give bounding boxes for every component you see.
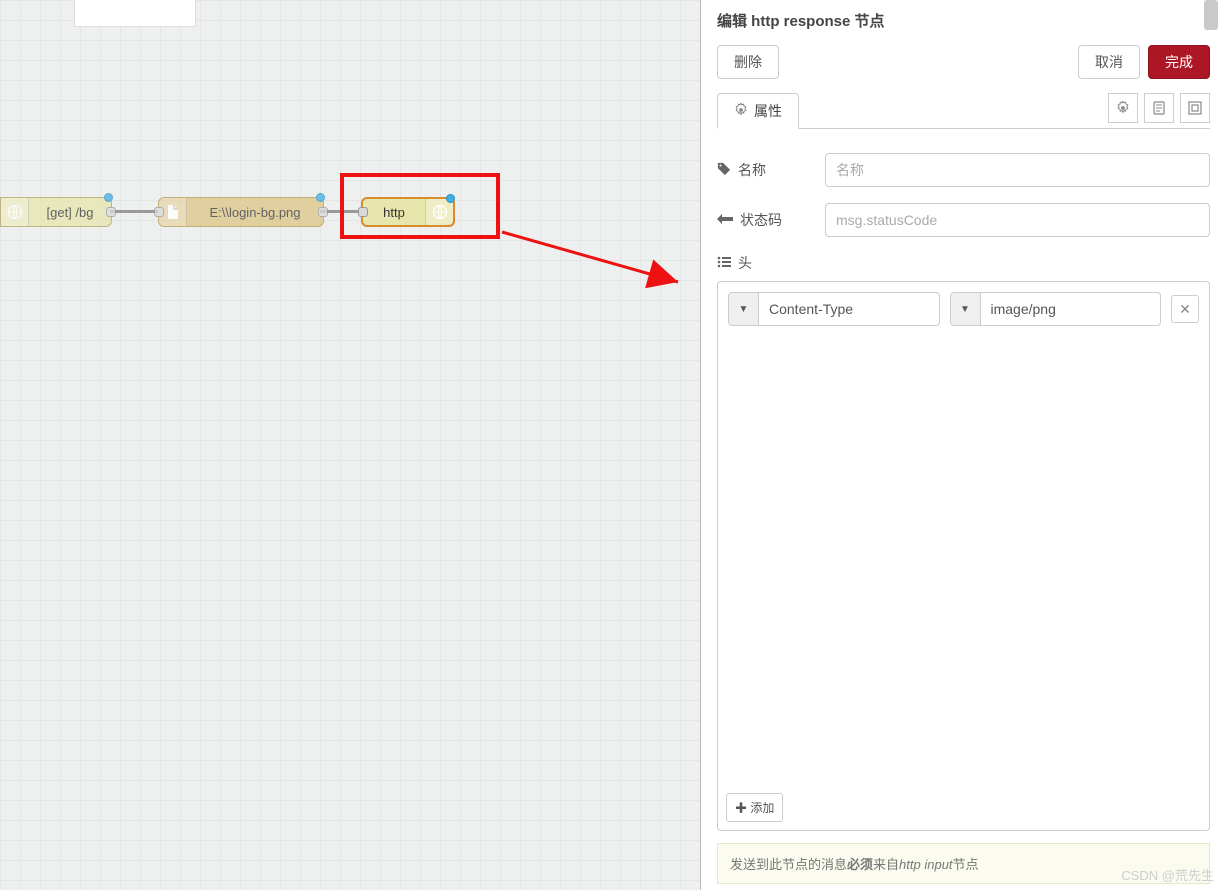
add-header-button[interactable]: ✚ 添加 <box>726 793 783 822</box>
status-label: 状态码 <box>717 210 825 230</box>
status-dot <box>316 193 325 202</box>
header-value-value: image/png <box>981 301 1066 317</box>
arrow-left-icon <box>717 212 733 228</box>
status-input[interactable] <box>825 203 1210 237</box>
header-key-value: Content-Type <box>759 301 863 317</box>
flow-tab-outline <box>74 0 196 27</box>
scrollbar[interactable] <box>1204 0 1222 890</box>
headers-label: 头 <box>717 253 825 273</box>
wire <box>110 210 158 213</box>
panel-title: 编辑 http response 节点 <box>701 0 1226 39</box>
scrollbar-thumb[interactable] <box>1204 0 1218 30</box>
node-port[interactable] <box>318 207 328 217</box>
globe-icon <box>1 198 29 226</box>
settings-icon-button[interactable] <box>1108 93 1138 123</box>
header-key-field[interactable]: ▼ Content-Type <box>728 292 940 326</box>
remove-header-button[interactable]: ✕ <box>1171 295 1199 323</box>
list-icon <box>717 255 731 271</box>
form: 名称 状态码 头 <box>701 129 1226 273</box>
node-http-in[interactable]: [get] /bg <box>0 197 112 227</box>
delete-button[interactable]: 删除 <box>717 45 779 79</box>
name-label: 名称 <box>717 160 825 180</box>
panel-actions: 删除 取消 完成 <box>701 39 1226 93</box>
annotation-highlight <box>340 173 500 239</box>
node-file[interactable]: E:\\login-bg.png <box>158 197 324 227</box>
edit-panel: 编辑 http response 节点 删除 取消 完成 属性 <box>700 0 1226 890</box>
panel-tabs: 属性 <box>717 93 1210 129</box>
node-port[interactable] <box>154 207 164 217</box>
label-text: 名称 <box>738 160 766 180</box>
done-button[interactable]: 完成 <box>1148 45 1210 79</box>
label-text: 状态码 <box>740 210 782 230</box>
node-port[interactable] <box>106 207 116 217</box>
flow-canvas[interactable]: [get] /bg E:\\login-bg.png http <box>0 0 700 890</box>
watermark: CSDN @荒先生 <box>1121 865 1214 884</box>
headers-list: ▼ Content-Type ▼ image/png ✕ ✚ 添加 <box>717 281 1210 831</box>
caret-down-icon[interactable]: ▼ <box>729 293 759 325</box>
node-label: [get] /bg <box>29 205 111 220</box>
header-value-field[interactable]: ▼ image/png <box>950 292 1162 326</box>
header-row: ▼ Content-Type ▼ image/png ✕ <box>718 282 1209 336</box>
tab-properties[interactable]: 属性 <box>717 93 799 129</box>
label-text: 头 <box>738 253 752 273</box>
gear-icon <box>734 103 748 120</box>
name-input[interactable] <box>825 153 1210 187</box>
doc-icon-button[interactable] <box>1144 93 1174 123</box>
cancel-button[interactable]: 取消 <box>1078 45 1140 79</box>
node-label: E:\\login-bg.png <box>187 205 323 220</box>
add-label: 添加 <box>750 801 774 815</box>
tag-icon <box>717 162 731 179</box>
status-dot <box>104 193 113 202</box>
caret-down-icon[interactable]: ▼ <box>951 293 981 325</box>
tab-label: 属性 <box>754 101 782 121</box>
